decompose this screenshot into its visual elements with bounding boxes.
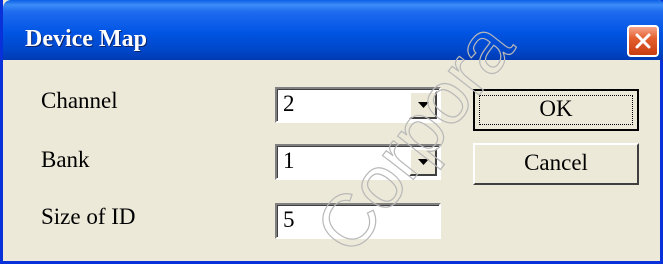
bank-value: 1 [283, 148, 295, 173]
channel-label: Channel [41, 88, 118, 113]
chevron-down-icon [418, 159, 429, 165]
close-icon [635, 33, 651, 49]
bank-label: Bank [41, 147, 90, 172]
cancel-label: Cancel [524, 150, 588, 175]
size-of-id-label: Size of ID [41, 204, 136, 229]
ok-label: OK [539, 96, 573, 121]
close-button[interactable] [627, 25, 659, 57]
size-of-id-input[interactable]: 5 [275, 203, 441, 239]
bank-select[interactable]: 1 [275, 144, 441, 180]
ok-button[interactable]: OK [473, 89, 639, 131]
channel-select[interactable]: 2 [275, 87, 441, 123]
channel-value: 2 [283, 91, 295, 116]
cancel-button[interactable]: Cancel [473, 143, 639, 185]
bank-dropdown-button[interactable] [409, 148, 437, 176]
device-map-dialog: Device Map Channel 2 Bank 1 Size of ID 5 [0, 0, 663, 264]
chevron-down-icon [418, 102, 429, 108]
size-of-id-value: 5 [283, 207, 295, 232]
title-bar[interactable]: Device Map [3, 0, 663, 60]
window-title: Device Map [25, 26, 147, 52]
channel-dropdown-button[interactable] [409, 91, 437, 119]
